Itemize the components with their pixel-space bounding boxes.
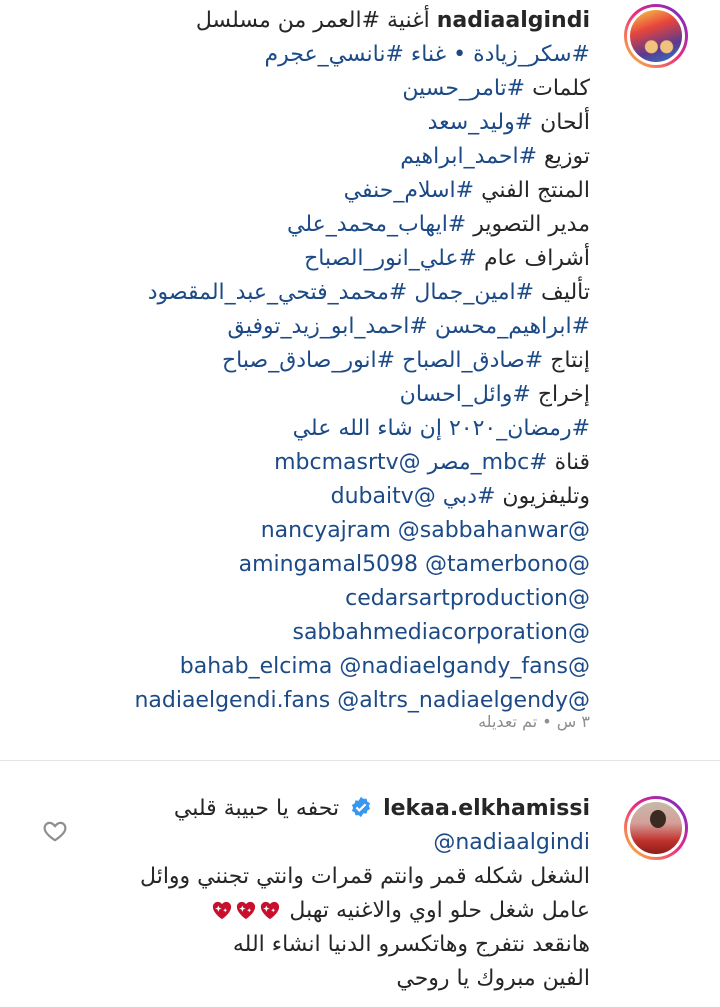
caption-line-text[interactable]: ألحان #وليد_سعد [428,110,590,135]
caption-line-text[interactable]: @bahab_elcima @nadiaelgandy_fans [180,654,590,679]
comment-first-line-text: تحفه يا حبيبة قلبي [173,796,340,821]
caption-line-text[interactable]: قناة #mbc_مصر @mbcmasrtv [274,450,590,475]
caption-line: #رمضان_٢٠٢٠ إن شاء الله علي [30,412,590,446]
caption-line-text[interactable]: @cedarsartproduction [345,586,590,611]
caption-line-text[interactable]: المنتج الفني #اسلام_حنفي [344,178,590,203]
post-author-avatar[interactable] [624,4,688,68]
verified-badge-icon [351,796,371,818]
comment-mention-line: @nadiaalgindi [30,826,590,860]
comment-line: الشغل شكله قمر وانتم قمرات وانتي تجنني و… [140,864,590,889]
caption-line-text[interactable]: @nadiaelgendi.fans @altrs_nadiaelgendy [134,688,590,713]
sparkling-heart-icon [213,901,232,920]
caption-line: كلمات #تامر_حسين [30,72,590,106]
caption-line-text[interactable]: تأليف #امين_جمال #محمد_فتحي_عبد_المقصود [148,280,590,305]
caption-line: @sabbahmediacorporation [30,616,590,650]
caption-line: @nancyajram @sabbahanwar [30,514,590,548]
caption-line: إخراج #وائل_احسان [30,378,590,412]
caption-line-text[interactable]: @sabbahmediacorporation [292,620,590,645]
caption-line: #سكر_زيادة • غناء #نانسي_عجرم [30,38,590,72]
commenter-avatar[interactable] [624,796,688,860]
caption-line-text[interactable]: مدير التصوير #ايهاب_محمد_علي [287,212,590,237]
post-username[interactable]: nadiaalgindi [437,8,590,33]
caption-line: إنتاج #صادق_الصباح #انور_صادق_صباح [30,344,590,378]
avatar-photo [627,799,685,857]
caption-line: ألحان #وليد_سعد [30,106,590,140]
caption-line: توزيع #احمد_ابراهيم [30,140,590,174]
caption-text: nadiaalgindi أغنية #العمر من مسلسل #سكر_… [30,4,590,718]
comment-mention[interactable]: @nadiaalgindi [433,826,590,860]
caption-line: مدير التصوير #ايهاب_محمد_علي [30,208,590,242]
comment-line-with-emoji: عامل شغل حلو اوي والاغنيه تهبل [30,894,590,928]
caption-line-text[interactable]: #ابراهيم_محسن #احمد_ابو_زيد_توفيق [228,314,590,339]
sparkling-heart-icon [261,901,280,920]
comment-line: الفين مبروك يا روحي [396,966,590,991]
post-meta: ٣ س • تم تعديله [478,712,590,731]
sparkling-hearts [210,898,282,923]
sparkling-heart-icon [237,901,256,920]
post-caption: nadiaalgindi أغنية #العمر من مسلسل #سكر_… [0,0,720,760]
caption-line: تأليف #امين_جمال #محمد_فتحي_عبد_المقصود [30,276,590,310]
caption-line: #ابراهيم_محسن #احمد_ابو_زيد_توفيق [30,310,590,344]
caption-line-text[interactable]: إنتاج #صادق_الصباح #انور_صادق_صباح [222,348,590,373]
divider [0,760,720,761]
caption-line: أشراف عام #علي_انور_الصباح [30,242,590,276]
caption-line-text[interactable]: @nancyajram @sabbahanwar [261,518,590,543]
caption-line-text[interactable]: وتليفزيون #دبي @dubaitv [331,484,590,509]
caption-first-line-text: أغنية #العمر من مسلسل [195,8,430,33]
comment-username[interactable]: lekaa.elkhamissi [383,796,590,821]
comment-line: هانقعد نتفرج وهاتكسرو الدنيا انشاء الله [232,932,590,957]
caption-line: وتليفزيون #دبي @dubaitv [30,480,590,514]
caption-line-text[interactable]: توزيع #احمد_ابراهيم [400,144,590,169]
caption-line: @bahab_elcima @nadiaelgandy_fans [30,650,590,684]
caption-line-text[interactable]: @amingamal5098 @tamerbono [239,552,590,577]
caption-first-line: nadiaalgindi أغنية #العمر من مسلسل [30,4,590,38]
caption-line-text[interactable]: #سكر_زيادة • غناء #نانسي_عجرم [264,42,590,67]
caption-line-text[interactable]: أشراف عام #علي_انور_الصباح [304,246,590,271]
caption-line-text[interactable]: إخراج #وائل_احسان [400,382,590,407]
caption-line: @cedarsartproduction [30,582,590,616]
like-comment-heart-icon[interactable] [42,818,68,844]
caption-line: @amingamal5098 @tamerbono [30,548,590,582]
caption-line-text[interactable]: #رمضان_٢٠٢٠ إن شاء الله علي [293,416,590,441]
caption-line-text[interactable]: كلمات #تامر_حسين [402,76,590,101]
comment-first-line: lekaa.elkhamissi تحفه يا حبيبة قلبي [30,792,590,826]
caption-line: المنتج الفني #اسلام_حنفي [30,174,590,208]
caption-line: قناة #mbc_مصر @mbcmasrtv [30,446,590,480]
avatar-photo [627,7,685,65]
comment: lekaa.elkhamissi تحفه يا حبيبة قلبي @nad… [30,792,590,996]
